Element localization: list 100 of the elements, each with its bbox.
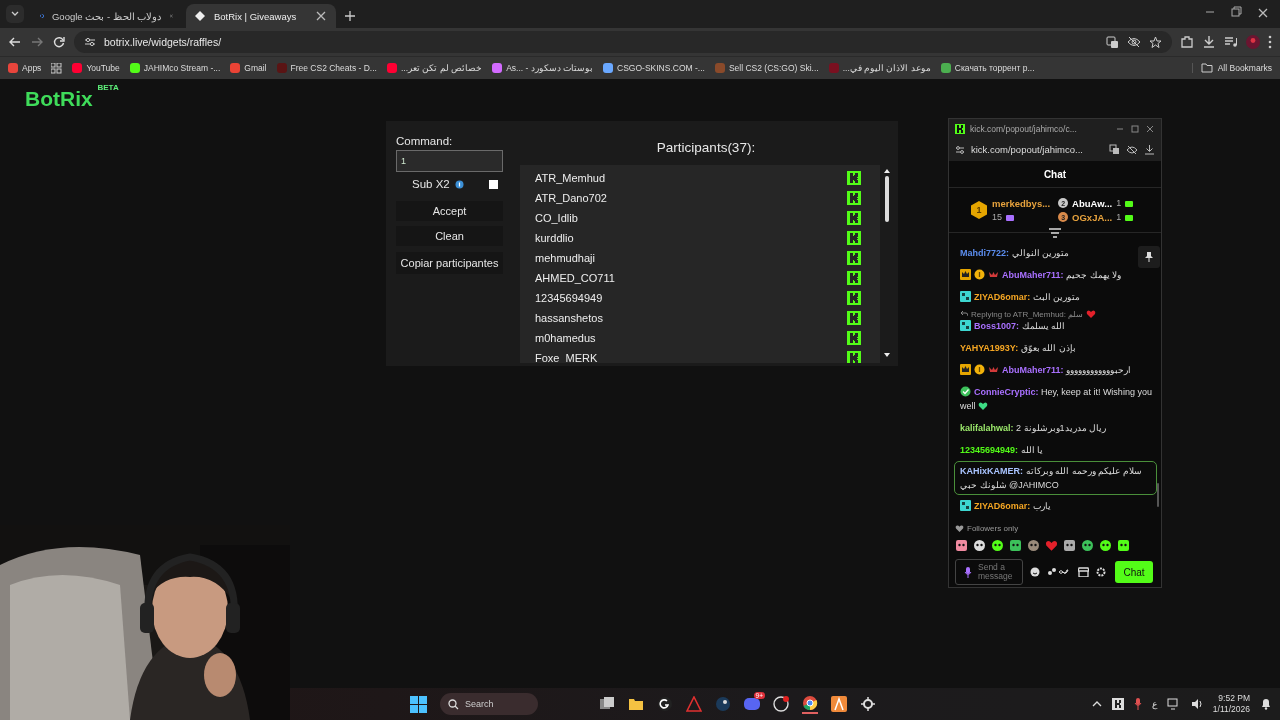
followers-only-label: Followers only — [967, 524, 1019, 533]
search-icon — [448, 698, 459, 710]
forward-icon[interactable] — [30, 35, 44, 49]
site-settings-icon[interactable] — [84, 36, 96, 48]
kick-logo-icon — [847, 271, 861, 285]
language-indicator[interactable]: ع — [1151, 699, 1157, 709]
folder-icon[interactable] — [628, 696, 644, 712]
notification-bell-icon[interactable] — [1260, 698, 1272, 710]
network-icon[interactable] — [1166, 698, 1181, 710]
eye-off-icon[interactable] — [1127, 36, 1141, 48]
extensions-icon[interactable] — [1180, 35, 1194, 49]
triangle-app-icon[interactable] — [686, 696, 702, 712]
og-badge-icon — [960, 291, 971, 302]
chrome-icon[interactable] — [802, 694, 818, 711]
restore-icon[interactable] — [1230, 6, 1242, 18]
media-controls-icon[interactable] — [1224, 35, 1238, 49]
emote-icon[interactable] — [955, 539, 968, 552]
bookmark[interactable]: Apps — [8, 63, 42, 73]
profile-avatar-icon[interactable] — [1246, 35, 1260, 49]
close-icon[interactable] — [314, 9, 328, 23]
kick-tray-icon[interactable] — [1111, 698, 1124, 710]
bookmark[interactable]: JAHIMco Stream -... — [129, 63, 221, 73]
gift-icon — [1006, 213, 1014, 221]
og-badge-icon — [960, 500, 971, 511]
chevron-app-icon[interactable] — [831, 696, 847, 712]
close-icon[interactable] — [1145, 123, 1155, 134]
clean-button[interactable]: Clean — [396, 226, 503, 246]
new-tab-icon[interactable] — [344, 10, 356, 22]
participant-name: kurddlio — [535, 232, 574, 244]
volume-icon[interactable] — [1190, 698, 1203, 710]
tab-list-button[interactable] — [6, 5, 24, 23]
emote-icon[interactable] — [1063, 539, 1076, 552]
eye-off-icon[interactable] — [1126, 144, 1138, 155]
back-icon[interactable] — [8, 35, 22, 49]
chevron-up-icon[interactable] — [1091, 699, 1102, 709]
filter-icon[interactable] — [1049, 228, 1061, 238]
leader-name: merkedbys... — [992, 198, 1051, 209]
windows-start-icon[interactable] — [410, 695, 427, 713]
kick-logo-icon — [847, 191, 861, 205]
all-bookmarks[interactable]: All Bookmarks — [1191, 63, 1272, 73]
message-field[interactable]: Send a message — [955, 559, 1023, 585]
store-icon[interactable] — [1078, 567, 1089, 577]
close-icon[interactable] — [1256, 6, 1270, 20]
chat-send-button[interactable]: Chat — [1115, 561, 1153, 583]
address-bar[interactable]: botrix.live/widgets/raffles/ — [74, 31, 1172, 53]
kick-logo-icon — [847, 211, 861, 225]
emote-icon[interactable] — [1099, 539, 1112, 552]
participant-name: ATR_Memhud — [535, 172, 606, 184]
crown-badge-icon — [960, 364, 971, 375]
microphone-icon[interactable] — [1133, 698, 1142, 710]
bookmark[interactable]: CSGO-SKINS.COM -... — [603, 63, 705, 73]
download-icon[interactable] — [1202, 35, 1216, 49]
site-settings-icon[interactable] — [955, 144, 965, 155]
task-view-icon[interactable] — [599, 696, 615, 712]
bookmark[interactable]: Скачать торрент р... — [940, 63, 1035, 73]
crown-badge-icon — [960, 269, 971, 280]
settings-icon[interactable] — [1096, 567, 1106, 577]
menu-icon[interactable] — [1268, 35, 1272, 49]
emote-icon[interactable] — [973, 539, 986, 552]
wings-badge-icon — [988, 364, 999, 375]
emoji-icon[interactable] — [1030, 567, 1040, 577]
participant-name: mehmudhaji — [535, 252, 595, 264]
bookmark[interactable]: Gmail — [230, 63, 267, 73]
bookmark[interactable]: خصائص لم تكن تعر... — [386, 63, 483, 73]
browser-tab[interactable]: BotRix | Giveaways — [186, 4, 336, 28]
points-icon[interactable] — [1047, 567, 1071, 577]
translate-icon[interactable] — [1109, 144, 1120, 155]
emote-icon[interactable] — [1117, 539, 1130, 552]
translate-icon[interactable] — [1106, 35, 1119, 49]
app-icon[interactable] — [657, 696, 673, 712]
taskbar-search-field[interactable]: Search — [440, 693, 538, 715]
accept-button[interactable]: Accept — [396, 201, 503, 221]
bookmark[interactable]: YouTube — [72, 63, 120, 73]
browser-tab[interactable]: دولاب الحظ - بحث Google — [32, 4, 182, 28]
rank-badge: 1 — [971, 201, 987, 219]
download-icon[interactable] — [1144, 144, 1155, 155]
copy-participants-button[interactable]: Copiar participantes — [396, 252, 503, 274]
bookmark[interactable]: Free CS2 Cheats - D... — [276, 63, 377, 73]
participants-title: Participants(37): — [655, 140, 757, 155]
command-field[interactable]: 1 — [396, 150, 503, 172]
bookmark[interactable]: As... - بوستات دسكورد — [492, 63, 594, 73]
reload-icon[interactable] — [52, 35, 66, 49]
emote-icon[interactable] — [991, 539, 1004, 552]
grid-icon[interactable] — [51, 62, 63, 74]
emote-icon[interactable] — [1009, 539, 1022, 552]
bookmark[interactable]: Sell CS2 (CS:GO) Ski... — [714, 63, 819, 73]
logo-text[interactable]: BotRix — [25, 87, 93, 110]
chat-message: ConnieCryptic: Hey, keep at it! Wishing you well — [960, 385, 1153, 413]
emote-icon[interactable] — [1027, 539, 1040, 552]
star-icon[interactable] — [1149, 35, 1162, 49]
bookmark[interactable]: موعد الاذان اليوم في... — [828, 63, 931, 73]
clock-time[interactable]: 9:52 PM — [1218, 693, 1250, 704]
discord-icon[interactable] — [744, 696, 760, 712]
pin-button[interactable] — [1138, 246, 1160, 268]
tab-title: BotRix | Giveaways — [214, 10, 298, 22]
maximize-icon[interactable] — [1130, 123, 1140, 134]
command-label: Command: — [396, 135, 454, 147]
emote-icon[interactable] — [1081, 539, 1094, 552]
clock-date[interactable]: 1/11/2026 — [1212, 704, 1250, 715]
sub-x2-checkbox[interactable] — [488, 179, 498, 189]
